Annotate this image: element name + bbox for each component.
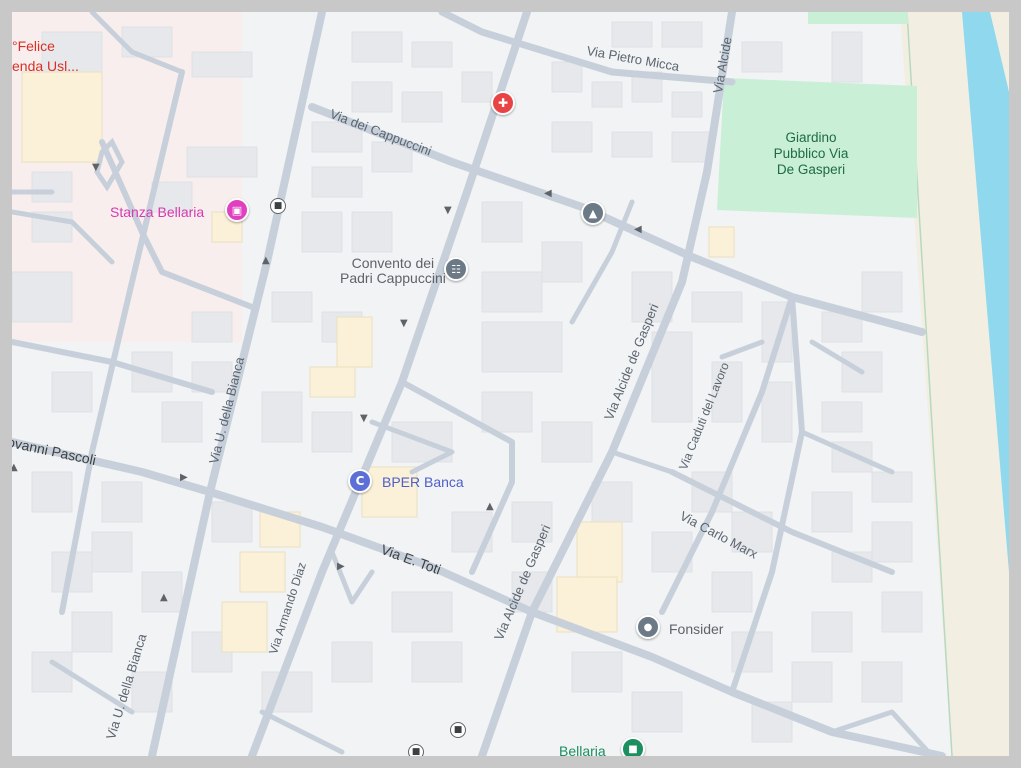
park-label-line2: Pubblico Via	[773, 145, 849, 161]
poi-label-fonsider[interactable]: Fonsider	[669, 622, 723, 636]
one-way-arrow-icon: ▶	[337, 561, 345, 572]
school-icon[interactable]: ▲	[581, 201, 605, 225]
one-way-arrow-icon: ▲	[262, 255, 270, 266]
park-label-line1: Giardino	[785, 130, 837, 145]
one-way-arrow-icon: ◀	[634, 224, 642, 235]
one-way-arrow-icon: ▲	[486, 501, 494, 512]
train-station-icon[interactable]: ■	[621, 737, 645, 756]
one-way-arrow-icon: ◀	[544, 188, 552, 199]
poi-label-convento[interactable]: Convento dei Padri Cappuccini	[340, 256, 446, 285]
one-way-arrow-icon: ▼	[400, 318, 408, 329]
bus-stop-icon[interactable]: ■	[450, 722, 466, 738]
hotel-icon[interactable]: ▣	[225, 198, 249, 222]
poi-label-convento-line2: Padri Cappuccini	[340, 269, 446, 286]
park-green-top	[808, 12, 908, 24]
one-way-arrow-icon: ▶	[180, 472, 188, 483]
one-way-arrow-icon: ▲	[160, 592, 168, 603]
museum-icon[interactable]: ☷	[444, 257, 468, 281]
map-canvas[interactable]	[12, 12, 1009, 756]
bank-icon[interactable]: C	[348, 469, 372, 493]
poi-label-bper-banca[interactable]: BPER Banca	[382, 475, 464, 489]
location-pin-icon[interactable]: ●	[636, 615, 660, 639]
poi-label-azienda-usl[interactable]: enda Usl...	[12, 59, 79, 73]
one-way-arrow-icon: ▲	[12, 462, 18, 473]
park-label-line3: De Gasperi	[776, 161, 846, 177]
map-frame[interactable]: Via Pietro Micca Via Alcide Via dei Capp…	[12, 12, 1009, 756]
poi-label-convento-line1: Convento dei	[351, 255, 435, 271]
one-way-arrow-icon: ▼	[92, 162, 100, 173]
poi-label-felice[interactable]: °Felice	[12, 39, 55, 53]
park-label[interactable]: Giardino Pubblico Via De Gasperi	[752, 130, 870, 178]
one-way-arrow-icon: ▼	[444, 205, 452, 216]
bus-stop-icon[interactable]: ■	[408, 744, 424, 756]
poi-label-bellaria[interactable]: Bellaria	[559, 744, 606, 756]
hospital-icon[interactable]: ✚	[491, 91, 515, 115]
poi-label-stanza-bellaria[interactable]: Stanza Bellaria	[110, 205, 204, 219]
one-way-arrow-icon: ▼	[360, 413, 368, 424]
bus-stop-icon[interactable]: ■	[270, 198, 286, 214]
